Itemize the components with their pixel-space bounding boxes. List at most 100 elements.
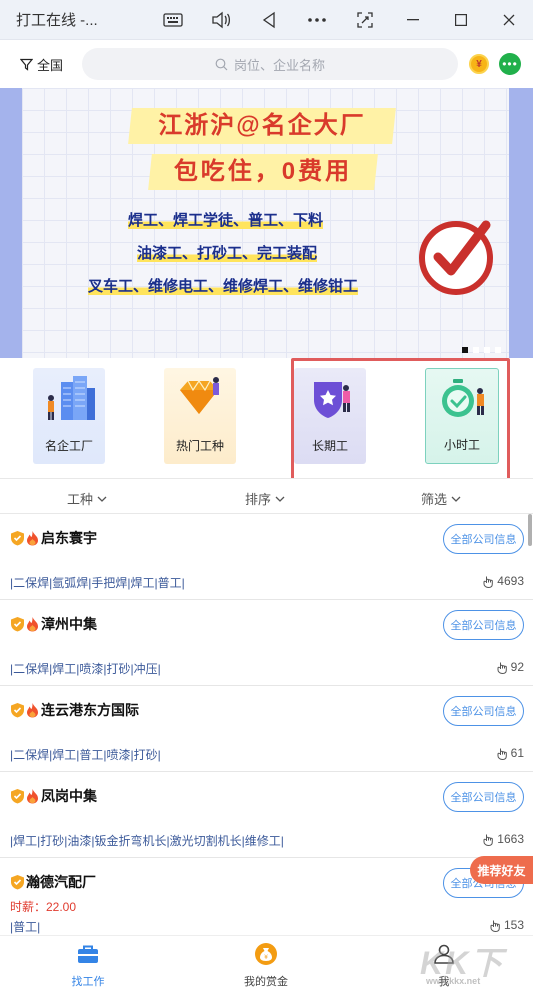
scrollbar[interactable] (528, 514, 532, 546)
hand-pointer-icon (497, 662, 507, 674)
list-item[interactable]: 连云港东方国际 全部公司信息 |二保焊|焊工|普工|喷漆|打砂| 61 (0, 686, 533, 772)
filter-screen[interactable]: 筛选 (421, 489, 461, 508)
verified-shield-icon (11, 789, 24, 804)
back-icon[interactable] (245, 0, 293, 40)
chat-icon[interactable]: ••• (499, 53, 521, 75)
volume-icon[interactable] (197, 0, 245, 40)
hourly-wage: 时薪：22.00 (10, 900, 77, 914)
banner-headline-2: 包吃住，0费用 (173, 158, 353, 185)
verified-shield-icon (11, 703, 24, 718)
view-count: 153 (490, 918, 524, 932)
search-placeholder: 岗位、企业名称 (233, 57, 325, 73)
carousel-dot[interactable] (495, 347, 501, 353)
svg-text:¥: ¥ (264, 954, 268, 961)
carousel-dot[interactable] (462, 347, 468, 353)
view-count: 1663 (483, 832, 524, 846)
banner-line-1: 焊工、焊工学徒、普工、下料 (128, 212, 324, 229)
company-name: 凤岗中集 (10, 786, 97, 806)
keyboard-icon[interactable] (149, 0, 197, 40)
category-label: 名企工厂 (44, 439, 93, 453)
filter-sort[interactable]: 排序 (245, 489, 285, 508)
region-label: 全国 (37, 58, 64, 73)
hand-pointer-icon (490, 920, 500, 932)
recommend-friend-button[interactable]: 推荐好友 (470, 856, 533, 884)
nav-label: 我的赏金 (244, 976, 288, 988)
window-titlebar: 打工在线 -... (0, 0, 533, 40)
list-item[interactable]: 漳州中集 全部公司信息 |二保焊|焊工|喷漆|打砂|冲压| 92 (0, 600, 533, 686)
diamond-icon (180, 377, 219, 414)
more-icon[interactable] (293, 0, 341, 40)
company-name: 启东寰宇 (10, 528, 97, 548)
view-count-value: 1663 (497, 832, 524, 846)
chevron-down-icon (97, 496, 107, 502)
job-tags: |焊工|打砂|油漆|钣金折弯机长|激光切割机长|维修工| (10, 834, 284, 848)
view-count: 4693 (483, 574, 524, 588)
job-tags: |普工| (10, 920, 41, 934)
carousel-dots[interactable] (462, 347, 501, 353)
list-item[interactable]: 瀚德汽配厂 全部公司信息 时薪：22.00 |普工| 153 (0, 858, 533, 938)
nav-my-bounty[interactable]: ¥ 我的赏金 (226, 942, 306, 988)
carousel-dot[interactable] (473, 347, 479, 353)
company-name-text: 漳州中集 (41, 616, 97, 632)
region-selector[interactable]: 全国 (20, 55, 63, 74)
banner-headline-1: 江浙沪@名企大厂 (158, 112, 366, 139)
view-count-value: 61 (510, 746, 524, 760)
watermark-url: www.kkx.net (426, 976, 481, 986)
category-famous-factories[interactable]: 名企工厂 (33, 368, 105, 464)
job-tags: |二保焊|氩弧焊|手把焊|焊工|普工| (10, 576, 185, 590)
job-tags: |二保焊|焊工|普工|喷漆|打砂| (10, 748, 161, 762)
filter-sort-label: 排序 (245, 492, 272, 507)
company-info-button[interactable]: 全部公司信息 (443, 782, 524, 812)
filter-funnel-icon (20, 58, 33, 71)
company-name: 漳州中集 (10, 614, 97, 634)
flame-icon (27, 617, 38, 632)
banner-stripe-left (0, 88, 22, 358)
nav-find-job[interactable]: 找工作 (48, 942, 128, 988)
list-item[interactable]: 启东寰宇 全部公司信息 |二保焊|氩弧焊|手把焊|焊工|普工| 4693 (0, 514, 533, 600)
flame-icon (27, 789, 38, 804)
banner-headline-2-bg: 包吃住，0费用 (148, 154, 378, 190)
verified-shield-icon (11, 531, 24, 546)
search-icon (215, 58, 228, 70)
nav-label: 找工作 (71, 976, 105, 988)
carousel-dot[interactable] (484, 347, 490, 353)
view-count: 61 (497, 746, 524, 760)
banner-stripe-right (509, 88, 533, 358)
chevron-down-icon (275, 496, 285, 502)
verified-shield-icon (11, 617, 24, 632)
list-item[interactable]: 凤岗中集 全部公司信息 |焊工|打砂|油漆|钣金折弯机长|激光切割机长|维修工|… (0, 772, 533, 858)
briefcase-icon (78, 945, 98, 963)
close-icon[interactable] (485, 0, 533, 40)
hand-pointer-icon (497, 748, 507, 760)
search-input[interactable]: 岗位、企业名称 (82, 48, 458, 80)
maximize-icon[interactable] (437, 0, 485, 40)
chevron-down-icon (451, 496, 461, 502)
company-name: 连云港东方国际 (10, 700, 139, 720)
filter-bar: 工种 排序 筛选 (0, 478, 533, 514)
promo-banner[interactable]: 江浙沪@名企大厂 包吃住，0费用 焊工、焊工学徒、普工、下料 油漆工、打砂工、完… (0, 88, 533, 358)
company-info-button[interactable]: 全部公司信息 (443, 610, 524, 640)
category-hot-trades[interactable]: 热门工种 (164, 368, 236, 464)
company-info-button[interactable]: 全部公司信息 (443, 524, 524, 554)
factory-buildings-icon (48, 376, 95, 420)
job-tags: |二保焊|焊工|喷漆|打砂|冲压| (10, 662, 161, 676)
banner-line-2: 油漆工、打砂工、完工装配 (137, 245, 318, 262)
screenshot-icon[interactable] (341, 0, 389, 40)
hand-pointer-icon (483, 576, 494, 588)
company-name-text: 连云港东方国际 (41, 702, 139, 718)
verified-shield-icon (11, 875, 24, 890)
company-name: 瀚德汽配厂 (10, 872, 96, 892)
filter-job-type-label: 工种 (67, 492, 94, 507)
flame-icon (27, 703, 38, 718)
search-header: 全国 岗位、企业名称 ¥ ••• (0, 40, 533, 88)
banner-line-3: 叉车工、维修电工、维修焊工、维修钳工 (88, 278, 359, 295)
company-name-text: 瀚德汽配厂 (26, 874, 96, 890)
filter-job-type[interactable]: 工种 (67, 489, 107, 508)
view-count-value: 153 (503, 918, 524, 932)
minimize-icon[interactable] (389, 0, 437, 40)
filter-screen-label: 筛选 (421, 492, 448, 507)
company-info-button[interactable]: 全部公司信息 (443, 696, 524, 726)
company-name-text: 启东寰宇 (41, 530, 97, 546)
watermark: KK下载 www.kkx.net (420, 938, 533, 988)
coin-icon[interactable]: ¥ (469, 54, 489, 74)
